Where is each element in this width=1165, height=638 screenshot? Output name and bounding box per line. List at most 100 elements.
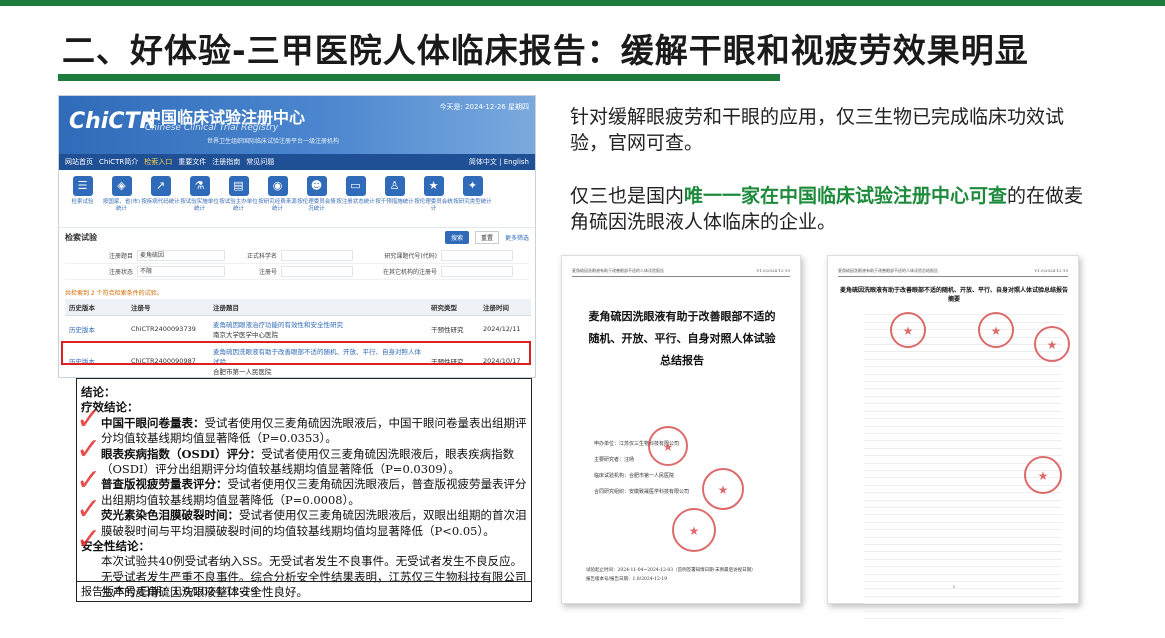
registry-stat-link[interactable]: ◈ 按国家、省(市)统计 — [102, 176, 141, 225]
placeholder-text-line — [864, 604, 1062, 612]
registry-stat-link[interactable]: ◉ 按研究经费来源统计 — [258, 176, 297, 225]
registry-stat-link[interactable]: ⚗ 按试验实施单位统计 — [180, 176, 219, 225]
placeholder-text-line — [864, 575, 1062, 583]
placeholder-text-line — [864, 404, 1062, 412]
column-header: 注册题目 — [209, 299, 427, 316]
more-filter-link[interactable]: 更多筛选 — [505, 233, 529, 242]
nav-intro[interactable]: ChiCTR简介 — [99, 157, 138, 167]
report-conclusion-snippet: 结论： 疗效结论： 中国干眼问卷量表：受试者使用仅三麦角硫因洗眼液后，中国干眼问… — [76, 378, 532, 602]
red-seal-icon: ★ — [1034, 326, 1070, 362]
registry-stat-link[interactable]: ☰ 检索试验 — [63, 176, 102, 225]
header-right: V1.0/2024-12-19 — [1034, 268, 1068, 273]
history-link[interactable]: 历史版本 — [65, 315, 127, 343]
report-summary-page: 麦角硫因洗眼液有助于改善眼部不适的人体试验总结报告 V1.0/2024-12-1… — [827, 255, 1079, 620]
language-switch[interactable]: 简体中文 | English — [469, 157, 529, 167]
item-head: 荧光素染色泪膜破裂时间： — [101, 508, 239, 523]
registry-en-name: Chinese Clinical Trial Registry — [145, 123, 279, 133]
registry-date: 今天是: 2024-12-26 星期四 — [439, 103, 530, 111]
cover-title: 麦角硫因洗眼液有助于改善眼部不适的随机、开放、平行、自身对照人体试验总结报告 — [588, 310, 776, 367]
title-input[interactable]: 麦角硫因 — [137, 250, 225, 261]
search-form-row: 注册状态 不限 注册号 在其它机构的注册号 — [65, 264, 529, 280]
nav-documents[interactable]: 重要文件 — [178, 157, 206, 167]
placeholder-text-line — [864, 345, 1062, 353]
registry-nav: 网站首页 ChiCTR简介 检索入口 重要文件 注册指南 常见问题 简体中文 |… — [59, 154, 535, 170]
search-form-row: 注册题目 麦角硫因 正式科学名 研究课题代号(代码) — [65, 248, 529, 264]
stat-link-label: 按伦理委员会统计 — [414, 199, 453, 212]
chictr-registry-screenshot: ChiCTR 中国临床试验注册中心 Chinese Clinical Trial… — [58, 95, 536, 378]
scientific-name-input[interactable] — [281, 250, 353, 261]
red-seal-icon: ★ — [702, 468, 744, 510]
project-code-input[interactable] — [441, 250, 513, 261]
efficacy-item: 荧光素染色泪膜破裂时间：受试者使用仅三麦角硫因洗眼液后，双眼出组期的首次泪膜破裂… — [81, 508, 527, 539]
footer-version: 报告版本号/报告日期：1.0/2024-12-19 — [586, 577, 668, 582]
nav-home[interactable]: 网站首页 — [65, 157, 93, 167]
camera-icon: ◉ — [267, 176, 288, 196]
placeholder-text-line — [864, 382, 1062, 390]
people-icon: ☻ — [306, 176, 327, 196]
report-cover-page: 麦角硫因洗眼液有助于改善眼部不适的人体试验报告 V1.0/2024-12-19 … — [561, 255, 801, 604]
map-icon: ◈ — [111, 176, 132, 196]
stat-link-label: 按试验实施单位统计 — [180, 199, 219, 212]
header-left: 麦角硫因洗眼液有助于改善眼部不适的人体试验报告 — [572, 268, 664, 273]
placeholder-text-line — [864, 419, 1062, 427]
search-title: 检索试验 — [65, 232, 97, 242]
status-select[interactable]: 不限 — [137, 266, 225, 277]
placeholder-text-line — [864, 597, 1062, 605]
stat-link-label: 按研究类型统计 — [453, 199, 492, 205]
table-row[interactable]: 历史版本 ChiCTR2400093739 麦角硫因眼液治疗功能的有效性和安全性… — [65, 315, 531, 343]
other-reg-input[interactable] — [441, 266, 513, 277]
top-accent-bar — [0, 0, 1165, 6]
registry-stat-link[interactable]: ☻ 按伦理委员会情况统计 — [297, 176, 336, 225]
stat-link-label: 按疾病代码统计 — [141, 199, 180, 205]
placeholder-text-line — [864, 308, 1062, 316]
column-header: 注册时间 — [479, 299, 531, 316]
column-header: 历史版本 — [65, 299, 127, 316]
registry-stat-link[interactable]: ✦ 按研究类型统计 — [453, 176, 492, 225]
placeholder-text-line — [864, 375, 1062, 383]
registry-stat-link[interactable]: ▭ 按注册状态统计 — [336, 176, 375, 225]
placeholder-text-line — [864, 493, 1062, 501]
conclusion-heading: 结论： — [81, 385, 116, 399]
trial-title-link[interactable]: 麦角硫因眼液治疗功能的有效性和安全性研究 — [213, 319, 423, 329]
para2-pre: 仅三也是国内 — [570, 185, 685, 207]
red-seal-icon: ★ — [1024, 456, 1062, 494]
search-form: 注册题目 麦角硫因 正式科学名 研究课题代号(代码) 注册状态 不限 注册号 在… — [59, 246, 535, 282]
flask-icon: ⚗ — [189, 176, 210, 196]
reg-number-input[interactable] — [281, 266, 353, 277]
item-head: 中国干眼问卷量表： — [101, 415, 205, 430]
slide-title: 二、好体验-三甲医院人体临床报告：缓解干眼和视疲劳效果明显 — [62, 31, 1029, 70]
star-icon: ★ — [423, 176, 444, 196]
placeholder-text-line — [864, 567, 1062, 575]
red-seal-icon: ★ — [890, 312, 926, 348]
registry-stat-link[interactable]: ▤ 按试验主办单位统计 — [219, 176, 258, 225]
page-header: 麦角硫因洗眼液有助于改善眼部不适的人体试验总结报告 V1.0/2024-12-1… — [838, 268, 1068, 277]
safety-heading: 安全性结论： — [81, 539, 150, 554]
reg-date: 2024/12/11 — [479, 315, 531, 343]
field-label: 注册状态 — [108, 269, 133, 276]
placeholder-text-line — [864, 523, 1062, 531]
trial-title-cell: 麦角硫因眼液治疗功能的有效性和安全性研究 南京大学医学中心医院 — [209, 315, 427, 343]
study-type: 干预性研究 — [427, 315, 479, 343]
summary-title: 麦角硫因洗眼液有助于改善眼部不适的随机、开放、平行、自身对照人体试验总结报告摘要 — [839, 287, 1068, 303]
table-header-row: 历史版本 注册号 注册题目 研究类型 注册时间 — [65, 299, 531, 316]
registry-icon-bar: ☰ 检索试验 ◈ 按国家、省(市)统计 ↗ 按疾病代码统计 ⚗ 按试验实施单位统计 ▤ 按试验主办… — [59, 170, 535, 228]
search-header: 检索试验 搜索 重置 更多筛选 — [59, 228, 535, 246]
nav-guide[interactable]: 注册指南 — [212, 157, 240, 167]
registry-logo[interactable]: ChiCTR — [69, 109, 156, 134]
nav-faq[interactable]: 常见问题 — [246, 157, 274, 167]
nav-search[interactable]: 检索入口 — [144, 157, 172, 167]
registry-stat-link[interactable]: ★ 按伦理委员会统计 — [414, 176, 453, 225]
reset-button[interactable]: 重置 — [474, 230, 499, 244]
placeholder-text-line — [864, 367, 1062, 375]
page-number: 1 — [952, 584, 956, 589]
efficacy-item: 普查版视疲劳量表评分：受试者使用仅三麦角硫因洗眼液后，普查版视疲劳量表评分出组期… — [81, 477, 527, 508]
document-icon: ▤ — [228, 176, 249, 196]
registry-stat-link[interactable]: ♙ 按干预措施统计 — [375, 176, 414, 225]
para2-highlight: 唯一一家在中国临床试验注册中心可查 — [684, 185, 1008, 207]
trial-sponsor: 合肥市第一人民医院 — [213, 368, 272, 376]
check-mark-icon: ✓ — [76, 432, 102, 467]
placeholder-text-line — [864, 389, 1062, 397]
search-button[interactable]: 搜索 — [444, 230, 469, 244]
header-left: 麦角硫因洗眼液有助于改善眼部不适的人体试验总结报告 — [838, 268, 938, 273]
registry-stat-link[interactable]: ↗ 按疾病代码统计 — [141, 176, 180, 225]
